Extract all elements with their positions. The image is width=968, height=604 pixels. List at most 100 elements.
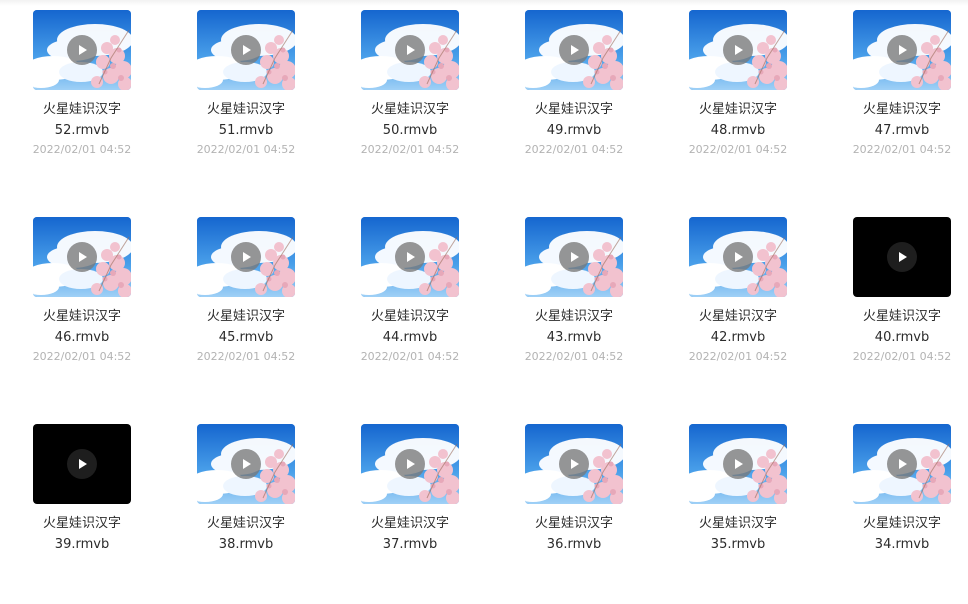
file-extension: 42.rmvb xyxy=(710,330,766,345)
video-thumbnail[interactable] xyxy=(361,217,459,297)
video-file-item[interactable]: 火星娃识汉字 38.rmvb xyxy=(164,414,328,604)
file-name[interactable]: 火星娃识汉字 46.rmvb xyxy=(0,306,164,348)
video-thumbnail[interactable] xyxy=(689,217,787,297)
file-title: 火星娃识汉字 xyxy=(206,102,285,117)
file-name[interactable]: 火星娃识汉字 43.rmvb xyxy=(492,306,656,348)
file-extension: 52.rmvb xyxy=(54,123,110,138)
play-icon[interactable] xyxy=(559,449,589,479)
video-thumbnail[interactable] xyxy=(853,424,951,504)
file-title: 火星娃识汉字 xyxy=(534,309,613,324)
video-file-item[interactable]: 火星娃识汉字 51.rmvb 2022/02/01 04:52 xyxy=(164,0,328,190)
play-icon[interactable] xyxy=(67,449,97,479)
file-extension: 34.rmvb xyxy=(874,537,930,552)
file-date: 2022/02/01 04:52 xyxy=(852,350,952,363)
video-file-item[interactable]: 火星娃识汉字 42.rmvb 2022/02/01 04:52 xyxy=(656,207,820,397)
play-icon[interactable] xyxy=(723,242,753,272)
file-name[interactable]: 火星娃识汉字 52.rmvb xyxy=(0,99,164,141)
file-name[interactable]: 火星娃识汉字 49.rmvb xyxy=(492,99,656,141)
play-icon[interactable] xyxy=(559,35,589,65)
video-file-item[interactable]: 火星娃识汉字 36.rmvb xyxy=(492,414,656,604)
file-name[interactable]: 火星娃识汉字 38.rmvb xyxy=(164,513,328,555)
file-extension: 51.rmvb xyxy=(218,123,274,138)
video-thumbnail[interactable] xyxy=(525,424,623,504)
play-icon[interactable] xyxy=(231,449,261,479)
video-file-item[interactable]: 火星娃识汉字 35.rmvb xyxy=(656,414,820,604)
file-name[interactable]: 火星娃识汉字 35.rmvb xyxy=(656,513,820,555)
video-file-item[interactable]: 火星娃识汉字 47.rmvb 2022/02/01 04:52 xyxy=(820,0,968,190)
file-grid: 火星娃识汉字 52.rmvb 2022/02/01 04:52 火星娃识汉字 5… xyxy=(0,0,968,557)
video-thumbnail[interactable] xyxy=(853,217,951,297)
play-icon[interactable] xyxy=(723,35,753,65)
video-thumbnail[interactable] xyxy=(689,10,787,90)
file-name[interactable]: 火星娃识汉字 50.rmvb xyxy=(328,99,492,141)
file-title: 火星娃识汉字 xyxy=(698,516,777,531)
play-icon[interactable] xyxy=(559,242,589,272)
file-title: 火星娃识汉字 xyxy=(534,516,613,531)
video-thumbnail[interactable] xyxy=(361,424,459,504)
file-extension: 40.rmvb xyxy=(874,330,930,345)
video-file-item[interactable]: 火星娃识汉字 39.rmvb xyxy=(0,414,164,604)
video-file-item[interactable]: 火星娃识汉字 37.rmvb xyxy=(328,414,492,604)
file-name[interactable]: 火星娃识汉字 47.rmvb xyxy=(820,99,968,141)
video-file-item[interactable]: 火星娃识汉字 50.rmvb 2022/02/01 04:52 xyxy=(328,0,492,190)
video-file-item[interactable]: 火星娃识汉字 52.rmvb 2022/02/01 04:52 xyxy=(0,0,164,190)
play-icon[interactable] xyxy=(231,35,261,65)
file-name[interactable]: 火星娃识汉字 42.rmvb xyxy=(656,306,820,348)
file-title: 火星娃识汉字 xyxy=(862,309,941,324)
file-extension: 35.rmvb xyxy=(710,537,766,552)
file-title: 火星娃识汉字 xyxy=(862,102,941,117)
file-title: 火星娃识汉字 xyxy=(862,516,941,531)
play-icon[interactable] xyxy=(887,35,917,65)
file-title: 火星娃识汉字 xyxy=(42,309,121,324)
file-date: 2022/02/01 04:52 xyxy=(360,143,460,156)
video-thumbnail[interactable] xyxy=(197,424,295,504)
play-icon[interactable] xyxy=(887,449,917,479)
play-icon[interactable] xyxy=(395,242,425,272)
video-thumbnail[interactable] xyxy=(525,217,623,297)
video-thumbnail[interactable] xyxy=(197,217,295,297)
play-icon[interactable] xyxy=(723,449,753,479)
video-file-item[interactable]: 火星娃识汉字 40.rmvb 2022/02/01 04:52 xyxy=(820,207,968,397)
file-title: 火星娃识汉字 xyxy=(206,516,285,531)
video-file-item[interactable]: 火星娃识汉字 46.rmvb 2022/02/01 04:52 xyxy=(0,207,164,397)
file-name[interactable]: 火星娃识汉字 39.rmvb xyxy=(0,513,164,555)
video-thumbnail[interactable] xyxy=(33,10,131,90)
file-name[interactable]: 火星娃识汉字 45.rmvb xyxy=(164,306,328,348)
file-extension: 36.rmvb xyxy=(546,537,602,552)
play-icon[interactable] xyxy=(395,35,425,65)
file-title: 火星娃识汉字 xyxy=(534,102,613,117)
file-name[interactable]: 火星娃识汉字 51.rmvb xyxy=(164,99,328,141)
video-file-item[interactable]: 火星娃识汉字 48.rmvb 2022/02/01 04:52 xyxy=(656,0,820,190)
play-icon[interactable] xyxy=(887,242,917,272)
play-icon[interactable] xyxy=(395,449,425,479)
video-file-item[interactable]: 火星娃识汉字 45.rmvb 2022/02/01 04:52 xyxy=(164,207,328,397)
video-file-item[interactable]: 火星娃识汉字 44.rmvb 2022/02/01 04:52 xyxy=(328,207,492,397)
file-name[interactable]: 火星娃识汉字 48.rmvb xyxy=(656,99,820,141)
play-icon[interactable] xyxy=(231,242,261,272)
file-name[interactable]: 火星娃识汉字 34.rmvb xyxy=(820,513,968,555)
play-icon[interactable] xyxy=(67,35,97,65)
video-file-item[interactable]: 火星娃识汉字 43.rmvb 2022/02/01 04:52 xyxy=(492,207,656,397)
video-file-item[interactable]: 火星娃识汉字 34.rmvb xyxy=(820,414,968,604)
video-thumbnail[interactable] xyxy=(853,10,951,90)
video-thumbnail[interactable] xyxy=(197,10,295,90)
file-name[interactable]: 火星娃识汉字 44.rmvb xyxy=(328,306,492,348)
file-name[interactable]: 火星娃识汉字 37.rmvb xyxy=(328,513,492,555)
file-extension: 47.rmvb xyxy=(874,123,930,138)
file-name[interactable]: 火星娃识汉字 40.rmvb xyxy=(820,306,968,348)
file-date: 2022/02/01 04:52 xyxy=(32,350,132,363)
play-icon[interactable] xyxy=(67,242,97,272)
file-name[interactable]: 火星娃识汉字 36.rmvb xyxy=(492,513,656,555)
file-extension: 44.rmvb xyxy=(382,330,438,345)
file-title: 火星娃识汉字 xyxy=(370,516,449,531)
file-date: 2022/02/01 04:52 xyxy=(360,350,460,363)
video-thumbnail[interactable] xyxy=(33,217,131,297)
file-extension: 38.rmvb xyxy=(218,537,274,552)
video-thumbnail[interactable] xyxy=(525,10,623,90)
video-thumbnail[interactable] xyxy=(689,424,787,504)
video-thumbnail[interactable] xyxy=(33,424,131,504)
file-extension: 37.rmvb xyxy=(382,537,438,552)
file-extension: 43.rmvb xyxy=(546,330,602,345)
video-file-item[interactable]: 火星娃识汉字 49.rmvb 2022/02/01 04:52 xyxy=(492,0,656,190)
video-thumbnail[interactable] xyxy=(361,10,459,90)
